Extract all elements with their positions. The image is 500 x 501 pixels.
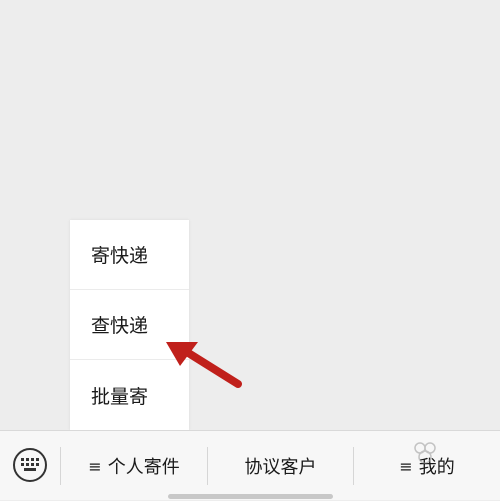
menu-item-label: 寄快递 bbox=[91, 245, 149, 267]
home-indicator bbox=[168, 494, 333, 499]
keyboard-icon bbox=[21, 458, 39, 471]
tab-label: 协议客户 bbox=[244, 457, 317, 478]
menu-item-label: 批量寄 bbox=[91, 385, 149, 408]
annotation-arrow-icon bbox=[166, 342, 242, 388]
tab-contract-customers[interactable]: 协议客户 bbox=[208, 431, 353, 501]
keyboard-toggle-button[interactable] bbox=[13, 448, 47, 482]
menu-item-send-express[interactable]: 寄快递 bbox=[70, 220, 189, 290]
watermark-logo-icon bbox=[414, 442, 436, 464]
menu-lines-icon: ≡ bbox=[399, 456, 413, 476]
menu-item-label: 查快递 bbox=[91, 315, 149, 337]
tab-label: 个人寄件 bbox=[107, 457, 180, 478]
menu-lines-icon: ≡ bbox=[88, 456, 102, 476]
tab-personal-shipping[interactable]: ≡ 个人寄件 bbox=[61, 431, 207, 501]
